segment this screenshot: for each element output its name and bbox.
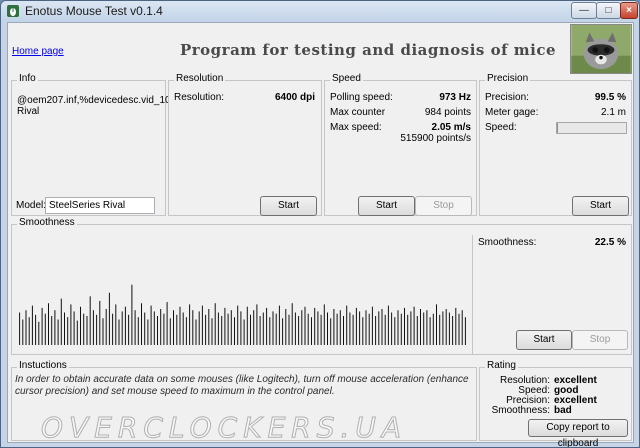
- resolution-group: Resolution Resolution: 6400 dpi Start: [168, 73, 322, 216]
- window-title: Enotus Mouse Test v0.1.4: [25, 4, 163, 18]
- rating-smoothness-label: Smoothness:: [491, 405, 550, 416]
- speed-legend: Speed: [330, 73, 363, 84]
- copy-report-button[interactable]: Copy report to clipboard: [528, 419, 628, 447]
- home-page-link[interactable]: Home page: [12, 46, 64, 57]
- rating-group: Rating Resolution: excellent Speed: good…: [479, 360, 632, 447]
- model-label: Model:: [16, 200, 47, 211]
- max-counter-label: Max counter: [330, 107, 386, 118]
- precision-value: 99.5 %: [594, 92, 626, 103]
- resolution-label: Resolution:: [174, 92, 225, 103]
- info-group: Info @oem207.inf,%devicedesc.vid_1038 Ri…: [11, 73, 182, 216]
- info-legend: Info: [17, 73, 38, 84]
- smoothness-graph: [15, 227, 470, 347]
- title-bar[interactable]: Enotus Mouse Test v0.1.4 — □ ×: [1, 1, 639, 21]
- max-speed-label: Max speed:: [330, 122, 382, 133]
- max-speed-points: 515900 points/s: [400, 133, 471, 144]
- precision-speed-fill: [557, 123, 558, 133]
- instructions-text: In order to obtain accurate data on some…: [15, 374, 469, 397]
- instructions-legend: Instuctions: [17, 360, 69, 371]
- minimize-button[interactable]: —: [571, 2, 597, 19]
- meter-gage-value: 2.1 m: [600, 107, 626, 118]
- rating-smoothness-value: bad: [554, 405, 572, 416]
- meter-gage-label: Meter gage:: [485, 107, 539, 118]
- program-banner: Program for testing and diagnosis of mic…: [180, 41, 557, 59]
- speed-stop-button[interactable]: Stop: [415, 196, 472, 216]
- speed-group: Speed Polling speed: 973 Hz Max counter …: [324, 73, 477, 216]
- resolution-start-button[interactable]: Start: [260, 196, 317, 216]
- smoothness-start-button[interactable]: Start: [516, 330, 572, 350]
- precision-group: Precision Precision: 99.5 % Meter gage: …: [479, 73, 632, 216]
- instructions-group: Instuctions In order to obtain accurate …: [11, 360, 477, 441]
- precision-label: Precision:: [485, 92, 529, 103]
- app-window: Enotus Mouse Test v0.1.4 — □ × Home page…: [0, 0, 640, 448]
- smoothness-group: Smoothness Smoothness: 22.5 % Start Stop: [11, 217, 632, 355]
- close-button[interactable]: ×: [620, 2, 638, 19]
- device-name-text: Rival: [17, 106, 40, 117]
- client-area: Home page Program for testing and diagno…: [7, 22, 634, 447]
- precision-speed-label: Speed:: [485, 122, 517, 133]
- rating-legend: Rating: [485, 360, 518, 371]
- resolution-legend: Resolution: [174, 73, 226, 84]
- rating-row-smoothness: Smoothness: bad: [480, 405, 626, 416]
- smoothness-bars: [19, 284, 466, 345]
- mouse-app-icon: [7, 5, 19, 17]
- precision-legend: Precision: [485, 73, 531, 84]
- model-field[interactable]: [45, 197, 155, 214]
- device-id-text: @oem207.inf,%devicedesc.vid_1038: [17, 95, 182, 106]
- smoothness-label: Smoothness:: [478, 237, 537, 248]
- max-speed-value: 2.05 m/s: [431, 122, 471, 133]
- max-counter-value: 984 points: [424, 107, 471, 118]
- smoothness-value: 22.5 %: [594, 237, 626, 248]
- resolution-value: 6400 dpi: [274, 92, 315, 103]
- precision-start-button[interactable]: Start: [572, 196, 629, 216]
- precision-speed-bar: [556, 122, 627, 134]
- smoothness-side-panel: Smoothness: 22.5 % Start Stop: [472, 235, 630, 354]
- speed-start-button[interactable]: Start: [358, 196, 415, 216]
- smoothness-stop-button[interactable]: Stop: [572, 330, 628, 350]
- polling-speed-value: 973 Hz: [439, 92, 471, 103]
- raccoon-photo: [570, 24, 632, 74]
- maximize-button[interactable]: □: [596, 2, 621, 19]
- polling-speed-label: Polling speed:: [330, 92, 393, 103]
